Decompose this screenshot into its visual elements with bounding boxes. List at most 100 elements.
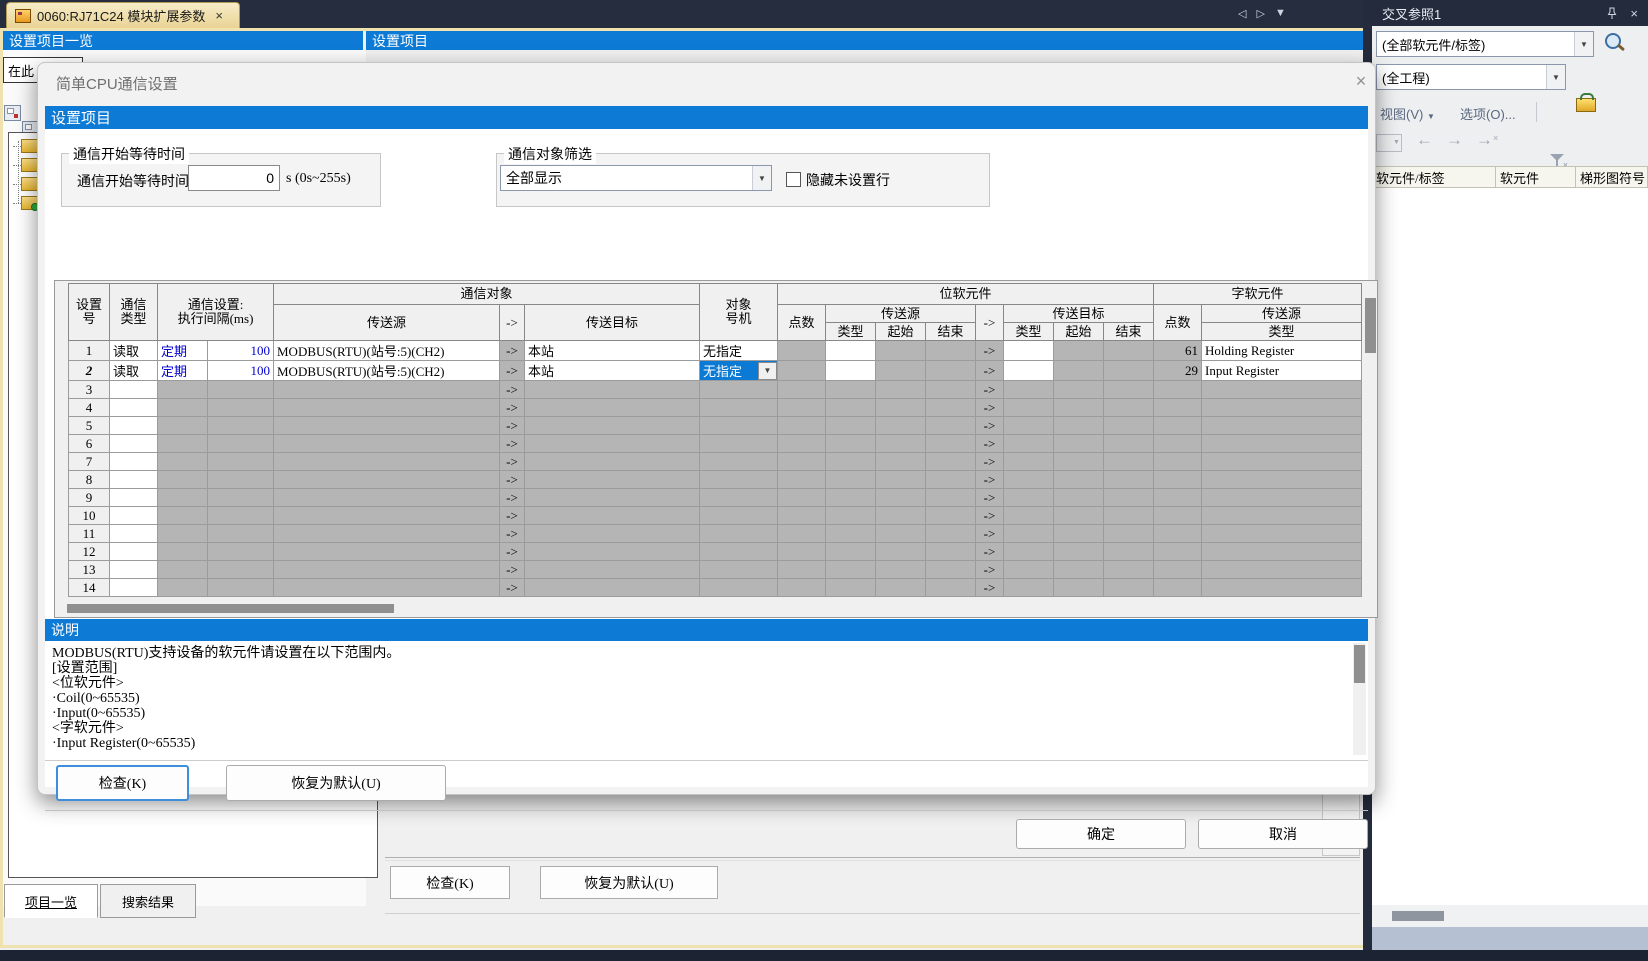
check-button[interactable]: 检查(K) bbox=[56, 765, 189, 801]
description-line: ·Coil(0~65535) bbox=[52, 691, 1368, 706]
table-cell bbox=[208, 381, 274, 399]
table-cell bbox=[1104, 435, 1154, 453]
tab-project-list[interactable]: 项目一览 bbox=[4, 884, 98, 918]
bit-source-type-cell[interactable] bbox=[826, 341, 876, 361]
comm-type-cell[interactable] bbox=[110, 417, 158, 435]
source-cell[interactable]: MODBUS(RTU)(站号:5)(CH2) bbox=[274, 341, 500, 361]
tree-item[interactable] bbox=[13, 196, 38, 210]
pin-icon[interactable] bbox=[1606, 7, 1618, 20]
jump-forward-icon[interactable]: → bbox=[1446, 130, 1463, 150]
combo-arrow-icon[interactable]: ▼ bbox=[752, 166, 771, 190]
table-cell bbox=[525, 507, 700, 525]
wait-time-input[interactable]: 0 bbox=[188, 165, 280, 191]
condition-settings-icon[interactable] bbox=[1574, 90, 1600, 114]
header-type: 类型 bbox=[826, 323, 876, 341]
table-cell bbox=[778, 417, 826, 435]
bit-target-type-cell[interactable] bbox=[1004, 361, 1054, 381]
tree-item[interactable] bbox=[13, 139, 38, 153]
scrollbar-thumb[interactable] bbox=[67, 604, 394, 613]
filter-combo[interactable]: 全部显示 ▼ bbox=[500, 165, 772, 191]
dropdown-arrow-icon[interactable]: ▼ bbox=[758, 362, 777, 380]
column-device[interactable]: 软元件 bbox=[1496, 166, 1576, 188]
nav-more-icon[interactable]: ▼ bbox=[1275, 7, 1286, 20]
table-hscrollbar[interactable] bbox=[60, 601, 1358, 616]
timing-cell[interactable]: 定期 bbox=[158, 341, 208, 361]
checkbox-box[interactable] bbox=[786, 172, 801, 187]
jump-history-combo[interactable]: ▼ bbox=[1376, 134, 1402, 152]
table-cell bbox=[1104, 489, 1154, 507]
ok-button[interactable]: 确定 bbox=[1016, 819, 1186, 849]
interval-cell[interactable]: 100 bbox=[208, 341, 274, 361]
tree-expand-icon[interactable] bbox=[4, 105, 21, 121]
word-source-type-cell[interactable]: Input Register bbox=[1202, 361, 1362, 381]
scrollbar-thumb[interactable] bbox=[1354, 645, 1365, 683]
tab-close-icon[interactable]: × bbox=[215, 8, 223, 23]
bit-source-type-cell[interactable] bbox=[826, 361, 876, 381]
cross-reference-hscrollbar[interactable] bbox=[1372, 905, 1648, 927]
comm-type-cell[interactable] bbox=[110, 525, 158, 543]
tree-item[interactable] bbox=[13, 177, 38, 191]
nav-left-icon[interactable]: ◁ bbox=[1238, 7, 1246, 20]
scrollbar-thumb[interactable] bbox=[1365, 298, 1376, 353]
scope-filter-combo[interactable]: (全工程) ▼ bbox=[1376, 64, 1566, 90]
hide-unset-checkbox[interactable]: 隐藏未设置行 bbox=[786, 170, 890, 190]
device-filter-combo[interactable]: (全部软元件/标签) ▼ bbox=[1376, 31, 1594, 57]
comm-type-cell[interactable] bbox=[110, 561, 158, 579]
comm-type-cell[interactable] bbox=[110, 381, 158, 399]
table-cell bbox=[876, 417, 926, 435]
device-filter-value: (全部软元件/标签) bbox=[1382, 35, 1485, 54]
editor-check-button[interactable]: 检查(K) bbox=[390, 866, 510, 899]
description-vscrollbar[interactable] bbox=[1353, 643, 1366, 755]
comm-type-cell[interactable] bbox=[110, 471, 158, 489]
target-cell[interactable]: 本站 bbox=[525, 361, 700, 381]
cancel-button[interactable]: 取消 bbox=[1198, 819, 1368, 849]
table-cell bbox=[1154, 543, 1202, 561]
nav-right-icon[interactable]: ▷ bbox=[1256, 7, 1264, 20]
jump-clear-icon[interactable]: →× bbox=[1476, 130, 1498, 150]
header-start: 起始 bbox=[876, 323, 926, 341]
tab-search-result[interactable]: 搜索结果 bbox=[100, 884, 196, 918]
interval-cell[interactable]: 100 bbox=[208, 361, 274, 381]
search-icon[interactable] bbox=[1602, 31, 1628, 57]
source-cell[interactable]: MODBUS(RTU)(站号:5)(CH2) bbox=[274, 361, 500, 381]
table-cell bbox=[158, 579, 208, 597]
jump-back-icon[interactable]: ← bbox=[1416, 130, 1433, 150]
tab-module-extended-parameter[interactable]: 0060:RJ71C24 模块扩展参数 × bbox=[6, 2, 240, 28]
dialog-close-icon[interactable]: × bbox=[1350, 71, 1372, 92]
comm-type-cell[interactable] bbox=[110, 507, 158, 525]
bit-target-type-cell[interactable] bbox=[1004, 341, 1054, 361]
comm-type-cell[interactable] bbox=[110, 543, 158, 561]
table-cell bbox=[778, 381, 826, 399]
comm-type-cell[interactable] bbox=[110, 399, 158, 417]
comm-type-cell[interactable]: 读取 bbox=[110, 361, 158, 381]
table-vscrollbar[interactable] bbox=[1364, 284, 1377, 602]
column-device-label[interactable]: 软元件/标签 bbox=[1372, 166, 1496, 188]
editor-restore-default-button[interactable]: 恢复为默认(U) bbox=[540, 866, 718, 899]
comm-type-cell[interactable] bbox=[110, 579, 158, 597]
tree-item[interactable] bbox=[13, 158, 38, 172]
restore-default-button[interactable]: 恢复为默认(U) bbox=[226, 765, 446, 801]
table-cell bbox=[1104, 561, 1154, 579]
header-bit-device: 位软元件 bbox=[778, 284, 1154, 305]
table-cell bbox=[1104, 543, 1154, 561]
word-source-type-cell[interactable]: Holding Register bbox=[1202, 341, 1362, 361]
editor-bottom-line bbox=[385, 913, 1360, 914]
table-cell bbox=[1202, 381, 1362, 399]
column-ladder-symbol[interactable]: 梯形图符号 bbox=[1576, 166, 1648, 188]
timing-cell[interactable]: 定期 bbox=[158, 361, 208, 381]
object-no-cell[interactable]: 无指定 bbox=[700, 341, 778, 361]
combo-arrow-icon[interactable]: ▼ bbox=[1574, 32, 1593, 56]
comm-type-cell[interactable] bbox=[110, 435, 158, 453]
object-no-cell-selected[interactable]: 无指定▼ bbox=[700, 361, 778, 381]
options-menu[interactable]: 选项(O)... bbox=[1460, 104, 1516, 123]
comm-type-cell[interactable]: 读取 bbox=[110, 341, 158, 361]
description-line: <字软元件> bbox=[52, 721, 1368, 736]
combo-arrow-icon[interactable]: ▼ bbox=[1546, 65, 1565, 89]
comm-type-cell[interactable] bbox=[110, 453, 158, 471]
comm-type-cell[interactable] bbox=[110, 489, 158, 507]
table-row: 8->-> bbox=[69, 471, 1362, 489]
target-cell[interactable]: 本站 bbox=[525, 341, 700, 361]
view-menu[interactable]: 视图(V) ▼ bbox=[1380, 104, 1435, 123]
scrollbar-thumb[interactable] bbox=[1392, 911, 1444, 921]
panel-close-icon[interactable]: × bbox=[1630, 6, 1638, 21]
